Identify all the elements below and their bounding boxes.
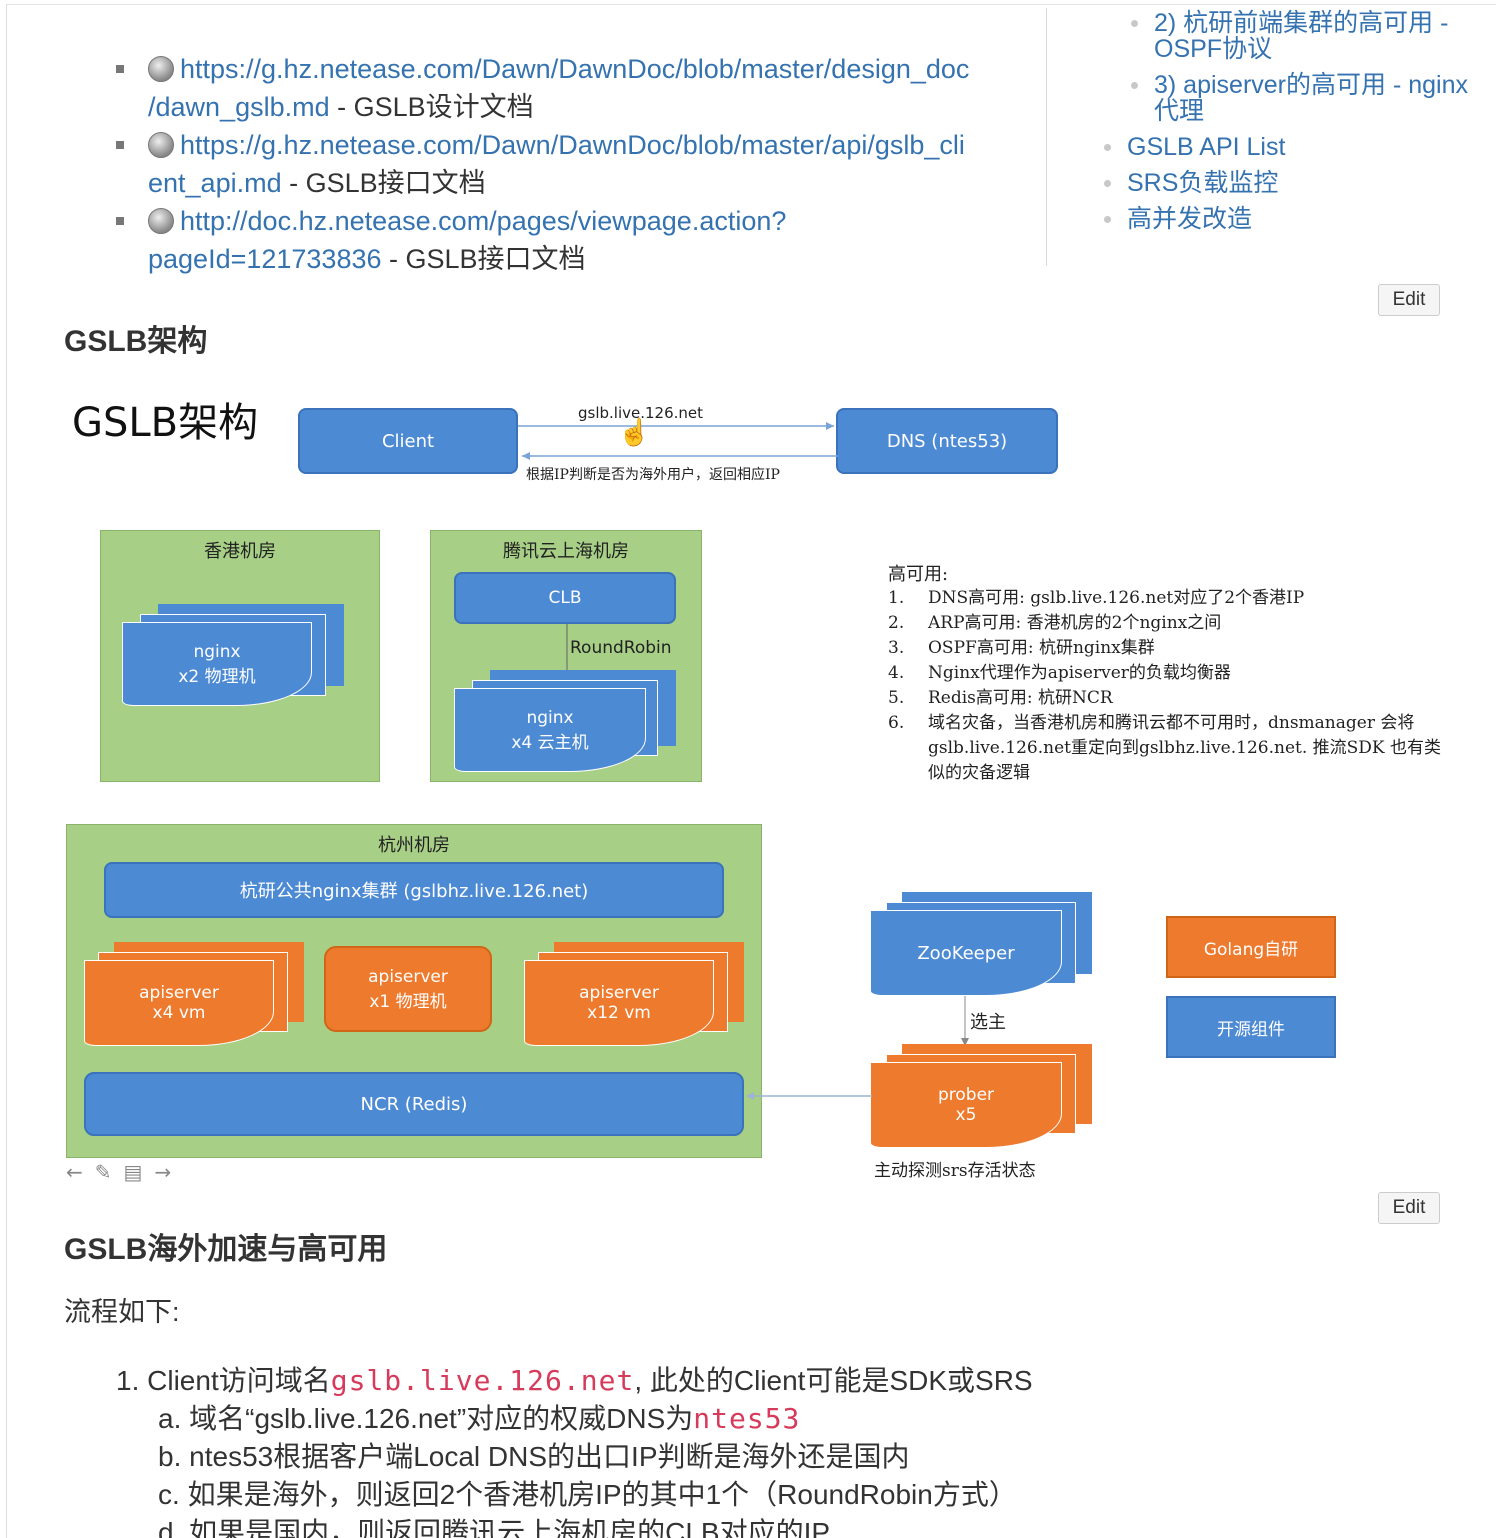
hk-nginx-node: nginx x2 物理机	[122, 622, 312, 706]
back-arrow-icon[interactable]: ←	[66, 1160, 95, 1184]
bullet-icon	[116, 65, 124, 73]
design-doc-link[interactable]: https://g.hz.netease.com/Dawn/DawnDoc/bl…	[148, 54, 969, 122]
bullet-icon	[1104, 216, 1111, 223]
toc-item: GSLB API List	[1100, 134, 1480, 160]
apiserver-physical-node: apiserver x1 物理机	[324, 946, 492, 1032]
bullet-icon	[116, 217, 124, 225]
arrow-label-return-ip: 根据IP判断是否为海外用户，返回相应IP	[526, 467, 780, 483]
probe-note: 主动探测srs存活状态	[874, 1161, 1036, 1181]
edit-button-overseas[interactable]: Edit	[1378, 1192, 1440, 1224]
link-url: https://g.hz.netease.com/Dawn/DawnDoc/bl…	[180, 54, 970, 84]
reference-links: https://g.hz.netease.com/Dawn/DawnDoc/bl…	[116, 50, 1020, 278]
client-node: Client	[298, 408, 518, 474]
link-url-cont: ent_api.md	[148, 168, 282, 198]
toc-link-api-list[interactable]: GSLB API List	[1127, 133, 1285, 161]
link-url-cont: /dawn_gslb.md	[148, 92, 330, 122]
list-item: a. 域名“gslb.live.126.net”对应的权威DNS为ntes53	[158, 1402, 801, 1435]
link-url: http://doc.hz.netease.com/pages/viewpage…	[180, 206, 787, 236]
pencil-icon[interactable]: ✎	[95, 1160, 124, 1184]
toc-link-nginx[interactable]: 3) apiserver的高可用 - nginx 代理	[1154, 71, 1468, 125]
prober-node: prober x5	[870, 1062, 1062, 1148]
clb-node: CLB	[454, 572, 676, 624]
list-item: d. 如果是国内，则返回腾讯云上海机房的CLB对应的IP	[158, 1517, 831, 1538]
bullet-icon	[1131, 82, 1138, 89]
link-url-cont: pageId=121733836	[148, 244, 382, 274]
roundrobin-label: RoundRobin	[570, 638, 672, 658]
legend-open-source: 开源组件	[1166, 996, 1336, 1058]
list-item: 1. DNS高可用: gslb.live.126.net对应了2个香港IP	[888, 588, 1305, 608]
link-desc: - GSLB接口文档	[281, 168, 486, 198]
toc-item: 2) 杭研前端集群的高可用 - OSPF协议	[1127, 10, 1480, 62]
diagram-title: GSLB架构	[72, 400, 259, 446]
client-dns-arrows	[518, 422, 838, 460]
toc-item: SRS负载监控	[1100, 170, 1480, 196]
list-item: c. 如果是海外，则返回2个香港机房IP的其中1个（RoundRobin方式）	[158, 1479, 1017, 1510]
hk-room-label: 香港机房	[204, 541, 276, 562]
toc-link-concurrency[interactable]: 高并发改造	[1127, 205, 1252, 233]
elect-label: 选主	[970, 1012, 1006, 1033]
list-item: http://doc.hz.netease.com/pages/viewpage…	[116, 202, 1020, 278]
dns-node: DNS (ntes53)	[836, 408, 1058, 474]
bullet-icon	[1104, 144, 1111, 151]
list-item: 4. Nginx代理作为apiserver的负载均衡器	[888, 663, 1231, 683]
list-item: https://g.hz.netease.com/Dawn/DawnDoc/bl…	[116, 126, 1020, 202]
prober-ncr-arrow	[746, 1092, 872, 1100]
list-item: 5. Redis高可用: 杭研NCR	[888, 688, 1113, 708]
link-url: https://g.hz.netease.com/Dawn/DawnDoc/bl…	[180, 130, 965, 160]
apiserver-vm12-node: apiserver x12 vm	[524, 960, 714, 1046]
apiserver-vm4-node: apiserver x4 vm	[84, 960, 274, 1046]
tencent-nginx-node: nginx x4 云主机	[454, 688, 646, 772]
slides-icon[interactable]: ▤	[124, 1160, 155, 1184]
globe-icon	[148, 132, 174, 158]
toc-item: 高并发改造	[1100, 206, 1480, 232]
ha-title: 高可用:	[888, 564, 949, 585]
code-ntes53: ntes53	[693, 1402, 801, 1435]
globe-icon	[148, 208, 174, 234]
flow-steps: 1. Client访问域名gslb.live.126.net, 此处的Clien…	[116, 1362, 1416, 1538]
toc-divider	[1046, 8, 1047, 266]
hangzhou-room-label: 杭州机房	[378, 835, 450, 856]
legend-golang: Golang自研	[1166, 916, 1336, 978]
forward-arrow-icon[interactable]: →	[154, 1160, 183, 1184]
bullet-icon	[1131, 20, 1138, 27]
bullet-icon	[116, 141, 124, 149]
section-title-architecture: GSLB架构	[64, 325, 208, 358]
section-title-overseas: GSLB海外加速与高可用	[64, 1233, 388, 1266]
list-item: b. ntes53根据客户端Local DNS的出口IP判断是海外还是国内	[158, 1441, 910, 1472]
list-item: 2. ARP高可用: 香港机房的2个nginx之间	[888, 613, 1222, 633]
bullet-icon	[1104, 180, 1111, 187]
flow-intro: 流程如下:	[64, 1297, 180, 1327]
list-item: 1. Client访问域名gslb.live.126.net, 此处的Clien…	[116, 1364, 1033, 1397]
toc-link-ospf[interactable]: 2) 杭研前端集群的高可用 - OSPF协议	[1154, 9, 1448, 63]
elect-arrow	[961, 996, 969, 1046]
table-of-contents: 2) 杭研前端集群的高可用 - OSPF协议 3) apiserver的高可用 …	[1100, 10, 1480, 242]
list-item: 6. 域名灾备，当香港机房和腾讯云都不可用时，dnsmanager 会将gslb.…	[888, 713, 1442, 783]
api-doc-link[interactable]: https://g.hz.netease.com/Dawn/DawnDoc/bl…	[148, 130, 965, 198]
globe-icon	[148, 56, 174, 82]
link-desc: - GSLB设计文档	[329, 92, 534, 122]
link-desc: - GSLB接口文档	[381, 244, 586, 274]
edit-button-architecture[interactable]: Edit	[1378, 284, 1440, 316]
cursor-icon: ☝	[618, 418, 651, 448]
zookeeper-node: ZooKeeper	[870, 910, 1062, 996]
image-toolbar: ←✎▤→	[66, 1160, 183, 1184]
toc-link-srs[interactable]: SRS负载监控	[1127, 169, 1278, 197]
code-domain: gslb.live.126.net	[330, 1364, 635, 1397]
ha-list: 1. DNS高可用: gslb.live.126.net对应了2个香港IP 2. A…	[888, 586, 1448, 786]
ncr-redis-node: NCR (Redis)	[84, 1072, 744, 1136]
list-item: https://g.hz.netease.com/Dawn/DawnDoc/bl…	[116, 50, 1020, 126]
hz-nginx-cluster: 杭研公共nginx集群 (gslbhz.live.126.net)	[104, 862, 724, 918]
list-item: 3. OSPF高可用: 杭研nginx集群	[888, 638, 1155, 658]
toc-item: 3) apiserver的高可用 - nginx 代理	[1127, 72, 1480, 124]
tencent-room-label: 腾讯云上海机房	[503, 541, 629, 562]
architecture-diagram: GSLB架构 Client DNS (ntes53) gslb.live.126…	[62, 380, 1462, 1200]
